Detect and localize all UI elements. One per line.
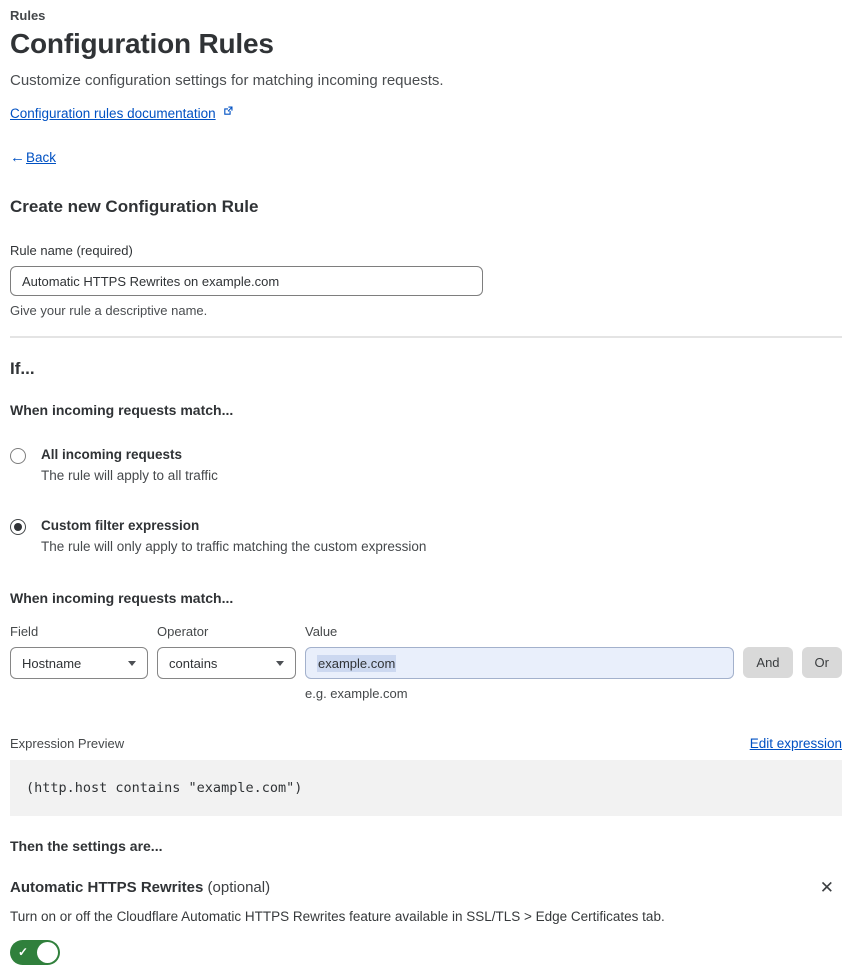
radio-all-requests-icon[interactable] <box>10 448 26 464</box>
close-icon[interactable]: ✕ <box>820 879 834 896</box>
field-select-value: Hostname <box>22 655 82 671</box>
field-column-label: Field <box>10 624 39 639</box>
page-description: Customize configuration settings for mat… <box>10 72 444 89</box>
setting-optional-label: (optional) <box>203 879 271 896</box>
field-select[interactable]: Hostname <box>10 647 148 679</box>
and-button[interactable]: And <box>743 647 793 678</box>
rule-name-input[interactable] <box>10 266 483 296</box>
chevron-down-icon <box>276 660 284 666</box>
external-link-icon <box>222 104 234 122</box>
operator-select-value: contains <box>169 655 218 671</box>
operator-column-label: Operator <box>157 624 209 639</box>
automatic-https-rewrites-toggle[interactable]: ✓ <box>10 940 60 965</box>
documentation-link[interactable]: Configuration rules documentation <box>10 106 216 121</box>
expression-preview-code: (http.host contains "example.com") <box>10 760 842 816</box>
back-link-label[interactable]: Back <box>26 150 56 165</box>
match-type-heading: When incoming requests match... <box>10 402 234 418</box>
chevron-down-icon <box>128 660 136 666</box>
radio-all-requests-description: The rule will apply to all traffic <box>41 468 218 483</box>
rule-name-help: Give your rule a descriptive name. <box>10 303 208 318</box>
then-settings-heading: Then the settings are... <box>10 838 163 854</box>
value-column-label: Value <box>305 624 338 639</box>
radio-custom-filter-icon[interactable] <box>10 519 26 535</box>
radio-all-requests-label: All incoming requests <box>41 447 183 462</box>
expression-preview-label: Expression Preview <box>10 736 125 751</box>
section-divider <box>10 336 842 338</box>
radio-option-all-requests[interactable]: All incoming requests The rule will appl… <box>10 447 842 483</box>
expression-builder-heading: When incoming requests match... <box>10 590 234 606</box>
value-input-text: example.com <box>317 654 397 672</box>
setting-title: Automatic HTTPS Rewrites (optional) <box>10 879 271 896</box>
create-rule-heading: Create new Configuration Rule <box>10 197 259 216</box>
page-title: Configuration Rules <box>10 28 274 59</box>
radio-custom-filter-label: Custom filter expression <box>41 518 200 533</box>
value-input[interactable]: example.com <box>305 647 735 679</box>
back-arrow-icon: ← <box>10 149 25 166</box>
operator-select[interactable]: contains <box>157 647 296 679</box>
breadcrumb: Rules <box>10 8 46 23</box>
toggle-knob <box>37 942 58 963</box>
rule-name-label: Rule name (required) <box>10 243 133 258</box>
radio-custom-filter-description: The rule will only apply to traffic matc… <box>41 539 427 554</box>
radio-option-custom-filter[interactable]: Custom filter expression The rule will o… <box>10 518 842 554</box>
setting-description: Turn on or off the Cloudflare Automatic … <box>10 909 665 924</box>
check-icon: ✓ <box>18 945 29 959</box>
value-help-text: e.g. example.com <box>305 686 408 701</box>
back-link[interactable]: ← Back <box>10 149 842 166</box>
edit-expression-link[interactable]: Edit expression <box>750 736 842 751</box>
if-heading: If... <box>10 359 35 378</box>
or-button[interactable]: Or <box>801 647 842 678</box>
